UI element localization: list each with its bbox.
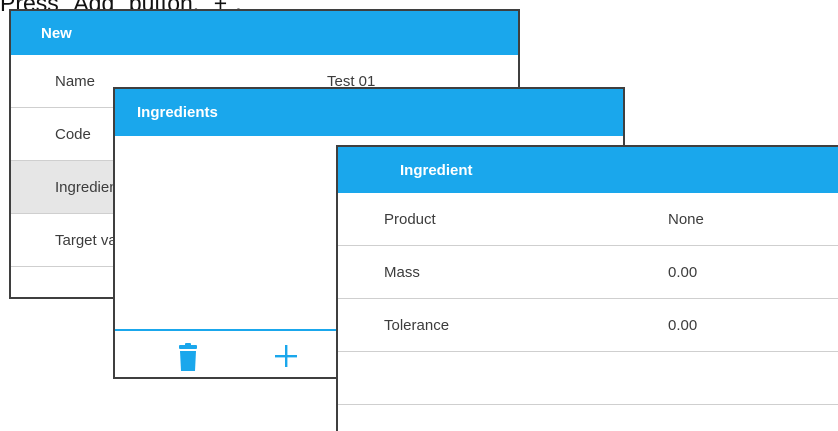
ingredient-window: Ingredient Product None Mass 0.00 Tolera…: [336, 145, 838, 431]
trash-icon[interactable]: [177, 343, 199, 371]
ingredient-window-title: Ingredient: [400, 161, 473, 179]
row-label: Name: [55, 72, 96, 90]
new-window-title: New: [41, 24, 72, 42]
row-value: 0.00: [668, 316, 698, 334]
row-tolerance[interactable]: Tolerance 0.00: [338, 299, 838, 352]
new-window-header: New: [11, 11, 518, 55]
row-mass[interactable]: Mass 0.00: [338, 246, 838, 299]
row-label: Tolerance: [384, 316, 450, 334]
plus-icon[interactable]: [275, 345, 297, 367]
ingredient-window-header: Ingredient: [338, 147, 838, 193]
row-empty: [338, 352, 838, 405]
row-value: 0.00: [668, 263, 698, 281]
row-label: Mass: [384, 263, 420, 281]
row-product[interactable]: Product None: [338, 193, 838, 246]
ingredients-window-header: Ingredients: [115, 89, 623, 136]
row-value: None: [668, 210, 704, 228]
row-label: Product: [384, 210, 436, 228]
row-label: Code: [55, 125, 91, 143]
ingredients-window-title: Ingredients: [137, 104, 218, 121]
